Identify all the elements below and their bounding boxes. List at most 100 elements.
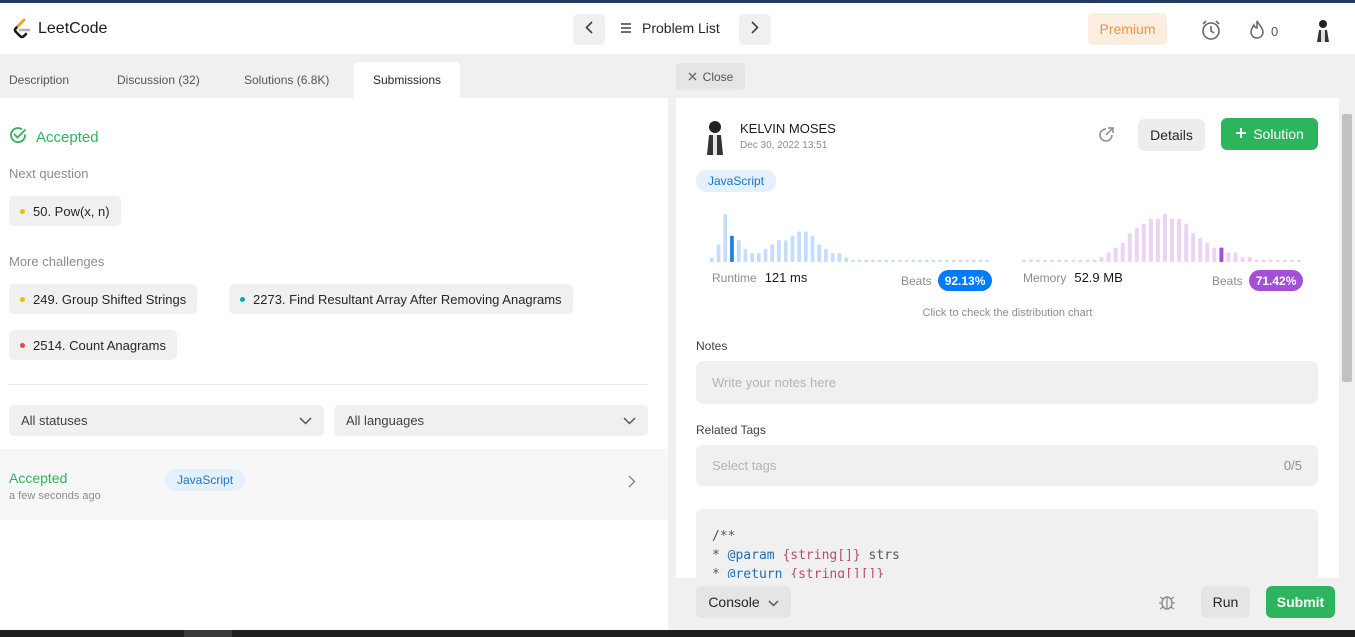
details-button[interactable]: Details	[1138, 119, 1205, 151]
memory-bar	[1184, 223, 1189, 262]
memory-bar	[1198, 238, 1203, 262]
tags-select[interactable]: Select tags 0/5	[696, 445, 1318, 486]
memory-distribution-chart[interactable]	[1022, 210, 1304, 262]
runtime-bar	[965, 259, 969, 262]
leetcode-logo-text: LeetCode	[38, 20, 108, 37]
scrollbar[interactable]	[1339, 98, 1355, 578]
memory-bar	[1113, 247, 1118, 262]
tab-description[interactable]: Description	[9, 62, 69, 98]
memory-bar	[1141, 223, 1146, 262]
os-taskbar	[0, 630, 1355, 637]
submission-language-badge: JavaScript	[165, 469, 246, 491]
memory-bar	[1282, 259, 1287, 262]
scrollbar-thumb[interactable]	[1342, 114, 1352, 382]
alarm-clock-icon[interactable]	[1199, 18, 1223, 42]
submission-status: Accepted	[9, 470, 68, 486]
runtime-bar	[790, 235, 795, 262]
runtime-label: Runtime	[712, 270, 757, 285]
streak-count: 0	[1271, 24, 1279, 39]
submission-row[interactable]: Accepted a few seconds ago JavaScript	[0, 449, 668, 520]
runtime-bar	[877, 259, 882, 262]
close-button[interactable]: Close	[676, 63, 745, 90]
console-button[interactable]: Console	[696, 586, 791, 618]
memory-bar	[1085, 259, 1090, 262]
check-circle-icon	[9, 126, 27, 148]
memory-bar	[1134, 228, 1139, 262]
submission-time: a few seconds ago	[9, 490, 101, 502]
chevron-right-icon	[628, 475, 636, 493]
chevron-down-icon	[299, 413, 312, 428]
memory-bar	[1050, 259, 1055, 262]
problem-list-button[interactable]: Problem List	[620, 20, 720, 36]
runtime-bar	[851, 259, 855, 262]
tab-discussion[interactable]: Discussion (32)	[117, 62, 200, 98]
memory-bar	[1057, 259, 1062, 262]
runtime-bar	[951, 259, 956, 262]
share-icon[interactable]	[1098, 126, 1115, 148]
runtime-bar	[837, 253, 842, 262]
runtime-bar	[844, 257, 848, 262]
runtime-bar	[817, 244, 822, 262]
challenge-chip[interactable]: 2514. Count Anagrams	[9, 330, 177, 360]
leetcode-logo-icon	[13, 18, 31, 39]
runtime-bar	[730, 235, 734, 262]
premium-button[interactable]: Premium	[1088, 13, 1167, 45]
runtime-bar	[743, 248, 748, 262]
chevron-right-icon	[751, 20, 759, 39]
flame-icon	[1249, 20, 1265, 43]
next-question-chip[interactable]: 50. Pow(x, n)	[9, 196, 121, 226]
code-viewer[interactable]: /** * @param {string[]} strs * @return {…	[696, 509, 1318, 578]
challenge-chip[interactable]: 2273. Find Resultant Array After Removin…	[229, 284, 573, 314]
runtime-bar	[757, 253, 761, 262]
memory-bar	[1289, 259, 1294, 262]
submission-date: Dec 30, 2022 13:51	[740, 140, 828, 151]
runtime-beats: Beats 92.13%	[901, 270, 993, 291]
user-name[interactable]: KELVIN MOSES	[740, 121, 836, 136]
memory-bar	[1155, 218, 1160, 262]
challenge-chip[interactable]: 249. Group Shifted Strings	[9, 284, 198, 314]
memory-bar	[1219, 247, 1224, 262]
runtime-bar	[777, 240, 781, 262]
tab-submissions[interactable]: Submissions	[354, 62, 460, 98]
leetcode-logo[interactable]: LeetCode	[12, 18, 107, 40]
divider	[9, 384, 648, 385]
taskbar-item[interactable]	[184, 630, 232, 637]
memory-bar	[1071, 259, 1076, 262]
language-filter-select[interactable]: All languages	[334, 405, 648, 436]
submit-button[interactable]: Submit	[1266, 586, 1335, 618]
result-status-heading: Accepted	[9, 126, 99, 148]
next-problem-button[interactable]	[739, 14, 771, 45]
notes-input[interactable]: Write your notes here	[696, 361, 1318, 404]
tags-count: 0/5	[1283, 458, 1302, 473]
memory-bar	[1148, 218, 1153, 262]
runtime-bar	[924, 259, 929, 262]
user-avatar[interactable]	[1313, 18, 1333, 42]
panel-resize-handle[interactable]	[668, 54, 676, 630]
memory-bar	[1268, 259, 1273, 262]
prev-problem-button[interactable]	[573, 14, 605, 45]
runtime-distribution-chart[interactable]	[710, 210, 992, 262]
status-filter-select[interactable]: All statuses	[9, 405, 324, 436]
user-photo	[704, 119, 726, 155]
memory-bar	[1120, 242, 1125, 262]
runtime-bar	[810, 235, 815, 262]
solution-button[interactable]: Solution	[1221, 118, 1318, 150]
memory-bar	[1212, 247, 1217, 262]
chevron-left-icon	[585, 20, 593, 39]
code-line: * @param {string[]} strs	[712, 548, 900, 563]
code-line: * @return {string[][]}	[712, 567, 885, 578]
memory-bar	[1296, 259, 1301, 262]
submission-detail-panel: Close KELVIN MOSES Dec 30, 2022 13:51 De…	[676, 54, 1355, 630]
runtime-bar	[898, 259, 902, 262]
tags-placeholder: Select tags	[712, 458, 777, 473]
run-button[interactable]: Run	[1201, 586, 1250, 618]
bug-icon[interactable]	[1158, 593, 1176, 616]
notes-label: Notes	[696, 339, 728, 353]
memory-bar	[1127, 233, 1132, 262]
memory-value: 52.9 MB	[1074, 270, 1123, 285]
language-badge: JavaScript	[696, 170, 777, 192]
close-icon	[688, 70, 697, 84]
streak-counter[interactable]: 0	[1249, 20, 1278, 43]
tab-solutions[interactable]: Solutions (6.8K)	[244, 62, 329, 98]
runtime-bar	[770, 244, 775, 262]
